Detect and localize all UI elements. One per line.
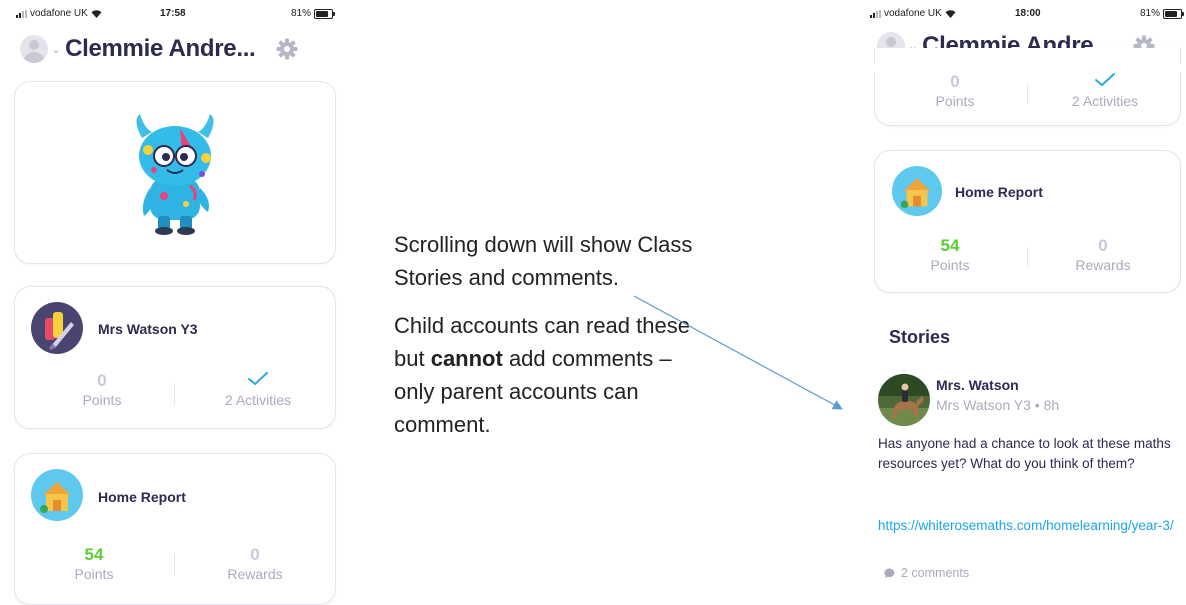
comments-count: 2 comments [901, 566, 970, 580]
battery: 81% [290, 8, 335, 19]
story-subline: Mrs Watson Y3 • 8h [936, 397, 1060, 413]
rewards-label: Rewards [1075, 257, 1131, 273]
battery-fill [316, 10, 328, 17]
points-stat: 0 Points [895, 72, 1015, 109]
home-points-value: 54 [84, 545, 104, 564]
story-body: Has anyone had a chance to look at these… [878, 436, 1171, 471]
activities-stat[interactable]: 2 Activities [198, 371, 318, 408]
annotation-text: Scrolling down will show Class Stories a… [394, 228, 704, 456]
home-points-stat: 54 Points [34, 545, 154, 582]
rewards-value: 0 [250, 545, 260, 564]
carrier: vodafone UK [16, 8, 102, 19]
activities-label: 2 Activities [1071, 93, 1139, 109]
wifi-icon [91, 10, 102, 18]
stat-divider [1027, 84, 1028, 104]
signal-icon [870, 9, 881, 18]
points-label: Points [935, 93, 975, 109]
annotation-para-1: Scrolling down will show Class Stories a… [394, 232, 693, 290]
wifi-icon [945, 10, 956, 18]
app-header: ⌄ Clemmie Andre... [20, 35, 337, 63]
battery-percent: 81% [290, 8, 311, 19]
home-points-label: Points [74, 566, 114, 582]
story-link[interactable]: https://whiterosemaths.com/homelearning/… [878, 516, 1178, 536]
home-points-stat: 54 Points [890, 236, 1010, 273]
home-report-card[interactable]: Home Report 54 Points 0 Rewards [14, 453, 336, 605]
battery-percent: 81% [1139, 8, 1160, 19]
rewards-label: Rewards [227, 566, 283, 582]
gear-icon[interactable] [275, 37, 299, 61]
battery: 81% [1139, 8, 1184, 19]
monster-avatar-icon [136, 114, 214, 235]
home-report-title: Home Report [955, 184, 1043, 200]
home-report-card[interactable]: Home Report 54 Points 0 Rewards [874, 150, 1181, 293]
student-name[interactable]: Clemmie Andre... [65, 35, 256, 63]
stories-heading: Stories [889, 327, 951, 347]
home-points-value: 54 [940, 236, 960, 255]
class-avatar-icon [31, 302, 83, 354]
class-card[interactable]: Mrs Watson Y3 0 Points 2 Activities [14, 286, 336, 429]
activities-label: 2 Activities [224, 392, 292, 408]
author-avatar[interactable] [878, 374, 930, 426]
carrier-name: vodafone UK [30, 8, 88, 19]
house-icon [892, 166, 942, 216]
parent-avatar[interactable] [20, 35, 48, 63]
battery-icon [1163, 8, 1184, 19]
points-value: 0 [97, 371, 107, 390]
status-bar: vodafone UK 18:00 81% [870, 8, 1186, 22]
class-card[interactable]: 0 Points 2 Activities [874, 48, 1181, 126]
signal-icon [16, 9, 27, 18]
points-label: Points [82, 392, 122, 408]
comments-button[interactable]: 2 comments [884, 566, 969, 580]
house-icon [31, 469, 83, 521]
left-phone-screen: vodafone UK 17:58 81% ⌄ Clemmie Andre... [14, 0, 337, 605]
points-stat: 0 Points [42, 371, 162, 408]
battery-fill [1165, 10, 1177, 17]
story-author[interactable]: Mrs. Watson [936, 377, 1019, 393]
home-points-label: Points [930, 257, 970, 273]
rewards-value: 0 [1098, 236, 1108, 255]
monster-card[interactable] [14, 81, 336, 264]
rewards-stat: 0 Rewards [1043, 236, 1163, 273]
checkmark-icon [1045, 72, 1165, 92]
status-time: 18:00 [1015, 8, 1041, 19]
right-phone-screen: vodafone UK 18:00 81% ⌄ Clemmie Andre...… [868, 0, 1186, 597]
checkmark-icon [198, 371, 318, 391]
points-value: 0 [950, 72, 960, 91]
header-backdrop [868, 64, 1186, 72]
status-bar: vodafone UK 17:58 81% [16, 8, 337, 22]
annotation-emphasis: cannot [430, 346, 503, 371]
stat-divider [174, 554, 175, 576]
home-report-title: Home Report [98, 489, 186, 505]
annotation-para-2: Child accounts can read these but cannot… [394, 309, 704, 441]
comment-bubble-icon [884, 567, 895, 578]
status-time: 17:58 [160, 8, 186, 19]
stat-divider [1027, 247, 1028, 267]
battery-icon [314, 8, 335, 19]
stat-divider [174, 383, 175, 405]
chevron-down-icon[interactable]: ⌄ [51, 42, 61, 56]
carrier-name: vodafone UK [884, 8, 942, 19]
rewards-stat: 0 Rewards [195, 545, 315, 582]
activities-stat[interactable]: 2 Activities [1045, 72, 1165, 109]
class-title: Mrs Watson Y3 [98, 321, 198, 337]
carrier: vodafone UK [870, 8, 956, 19]
